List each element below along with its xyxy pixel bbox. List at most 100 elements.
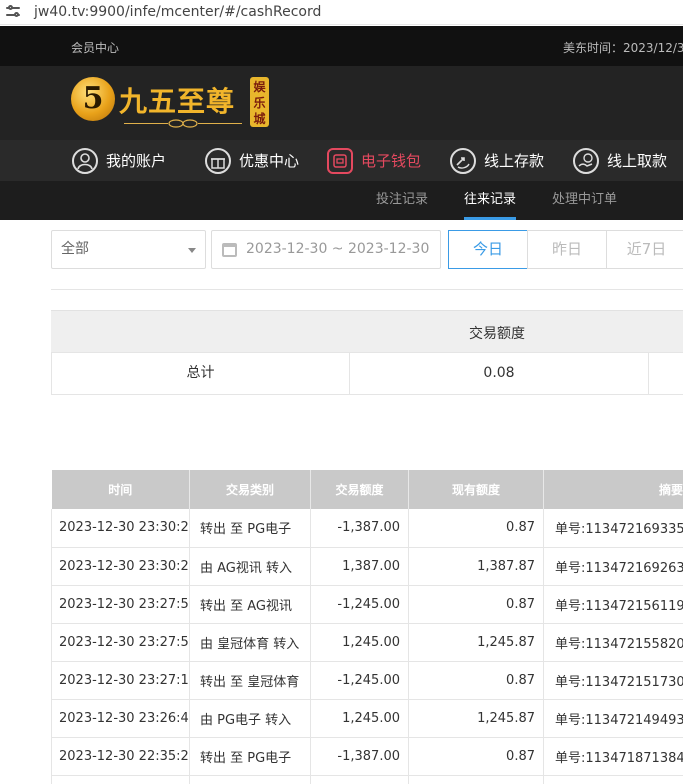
nav-online-withdraw[interactable]: 线上取款 [573, 140, 667, 181]
table-row [51, 775, 683, 784]
tab-pending-orders[interactable]: 处理中订单 [552, 181, 617, 220]
table-row: 2023-12-30 23:30:22 由 AG视讯 转入 1,387.00 1… [51, 547, 683, 586]
nav-e-wallet[interactable]: 电子钱包 [327, 140, 421, 181]
tab-bet-records[interactable]: 投注记录 [376, 181, 428, 220]
logo-text[interactable]: 九五至尊 [119, 80, 235, 120]
top-bar: 会员中心 美东时间：2023/12/3 [0, 26, 683, 66]
memo-cell [543, 775, 683, 784]
yesterday-button[interactable]: 昨日 [527, 230, 607, 269]
memo-cell: 单号:113472149493 [543, 699, 683, 738]
amount-cell: 1,245.00 [310, 699, 409, 738]
time-cell: 2023-12-30 23:26:45 [51, 699, 190, 738]
column-header: 现有额度 [408, 470, 544, 509]
amount-cell: -1,387.00 [310, 509, 409, 548]
type-cell: 由 PG电子 转入 [189, 699, 311, 738]
type-cell: 转出 至 皇冠体育 [189, 661, 311, 700]
nav-online-deposit[interactable]: 线上存款 [450, 140, 544, 181]
nav-my-account[interactable]: 我的账户 [72, 140, 166, 181]
type-cell: 由 AG视讯 转入 [189, 547, 311, 586]
balance-cell: 0.87 [408, 509, 544, 548]
type-select-value: 全部 [61, 241, 89, 257]
table-row: 2023-12-30 23:30:23 转出 至 PG电子 -1,387.00 … [51, 509, 683, 548]
summary-header: 交易额度 [51, 310, 683, 352]
records-table: 时间 交易类别 交易额度 现有额度 摘要 2023-12-30 23:30:23… [51, 470, 683, 784]
site-settings-icon[interactable] [4, 3, 26, 21]
time-cell: 2023-12-30 23:30:22 [51, 547, 190, 586]
balance-cell: 1,245.87 [408, 699, 544, 738]
type-cell: 转出 至 AG视讯 [189, 585, 311, 624]
amount-cell: 1,387.00 [310, 547, 409, 586]
balance-cell: 1,245.87 [408, 623, 544, 662]
sub-nav: 投注记录 往来记录 处理中订单 [0, 181, 683, 220]
logo-flourish-icon [124, 119, 242, 128]
eastern-time: 美东时间：2023/12/3 [563, 41, 683, 55]
column-header: 交易额度 [310, 470, 409, 509]
table-row: 2023-12-30 23:27:58 转出 至 AG视讯 -1,245.00 … [51, 585, 683, 624]
balance-cell [408, 775, 544, 784]
time-cell: 2023-12-30 23:27:58 [51, 585, 190, 624]
memo-cell: 单号:113472155820 [543, 623, 683, 662]
user-icon [72, 147, 98, 174]
memo-cell: 单号:113472169335 [543, 509, 683, 548]
logo-emblem-icon[interactable]: 5 [71, 77, 115, 121]
records-header-row: 时间 交易类别 交易额度 现有额度 摘要 [51, 470, 683, 509]
amount-cell: -1,245.00 [310, 585, 409, 624]
tab-transaction-records[interactable]: 往来记录 [464, 181, 517, 220]
time-cell: 2023-12-30 23:30:23 [51, 509, 190, 548]
page: jw40.tv:9900/infe/mcenter/#/cashRecord 会… [0, 0, 683, 784]
withdraw-icon [573, 147, 599, 174]
gift-icon [205, 147, 231, 174]
column-header: 时间 [51, 470, 190, 509]
summary-header-label: 交易额度 [469, 326, 525, 342]
table-row: 2023-12-30 23:26:45 由 PG电子 转入 1,245.00 1… [51, 699, 683, 738]
table-row: 2023-12-30 23:27:55 由 皇冠体育 转入 1,245.00 1… [51, 623, 683, 662]
balance-cell: 0.87 [408, 585, 544, 624]
nav-label: 优惠中心 [239, 152, 300, 170]
table-row: 2023-12-30 22:35:26 转出 至 PG电子 -1,387.00 … [51, 737, 683, 776]
wallet-icon [327, 147, 353, 174]
type-cell [189, 775, 311, 784]
type-select[interactable]: 全部 [51, 230, 206, 269]
amount-cell: -1,387.00 [310, 737, 409, 776]
main-nav: 我的账户 优惠中心 电子钱包 线上存款 线上取款 [0, 140, 683, 181]
logo-badge: 娱乐城 [250, 77, 269, 127]
browser-address-bar: jw40.tv:9900/infe/mcenter/#/cashRecord [0, 0, 683, 25]
chevron-down-icon [188, 248, 196, 253]
nav-label: 线上取款 [607, 152, 668, 170]
nav-label: 线上存款 [484, 152, 545, 170]
amount-cell: -1,245.00 [310, 661, 409, 700]
divider [51, 289, 683, 290]
memo-cell: 单号:113472151730 [543, 661, 683, 700]
time-cell: 2023-12-30 23:27:11 [51, 661, 190, 700]
date-range-value: 2023-12-30 ~ 2023-12-30 [246, 241, 430, 257]
column-header: 摘要 [543, 470, 683, 509]
member-center-link[interactable]: 会员中心 [71, 39, 119, 56]
url-text[interactable]: jw40.tv:9900/infe/mcenter/#/cashRecord [34, 4, 321, 20]
memo-cell: 单号:113472156119 [543, 585, 683, 624]
memo-cell: 单号:113471871384 [543, 737, 683, 776]
last-7-days-button[interactable]: 近7日 [606, 230, 683, 269]
header-logo-band: 5 九五至尊 娱乐城 [0, 66, 683, 140]
column-header: 交易类别 [189, 470, 311, 509]
type-cell: 由 皇冠体育 转入 [189, 623, 311, 662]
time-cell [51, 775, 190, 784]
date-range-input[interactable]: 2023-12-30 ~ 2023-12-30 [211, 230, 441, 269]
type-cell: 转出 至 PG电子 [189, 509, 311, 548]
balance-cell: 1,387.87 [408, 547, 544, 586]
summary-total-label: 总计 [52, 353, 350, 394]
calendar-icon [222, 243, 237, 257]
nav-promotions[interactable]: 优惠中心 [205, 140, 299, 181]
memo-cell: 单号:113472169263 [543, 547, 683, 586]
amount-cell: 1,245.00 [310, 623, 409, 662]
balance-cell: 0.87 [408, 661, 544, 700]
type-cell: 转出 至 PG电子 [189, 737, 311, 776]
today-button[interactable]: 今日 [448, 230, 528, 269]
table-row: 2023-12-30 23:27:11 转出 至 皇冠体育 -1,245.00 … [51, 661, 683, 700]
amount-cell [310, 775, 409, 784]
nav-label: 电子钱包 [361, 152, 422, 170]
deposit-icon [450, 147, 476, 174]
summary-row: 总计 0.08 [51, 352, 683, 395]
time-cell: 2023-12-30 23:27:55 [51, 623, 190, 662]
summary-total-value: 0.08 [350, 353, 649, 394]
nav-label: 我的账户 [106, 152, 167, 170]
